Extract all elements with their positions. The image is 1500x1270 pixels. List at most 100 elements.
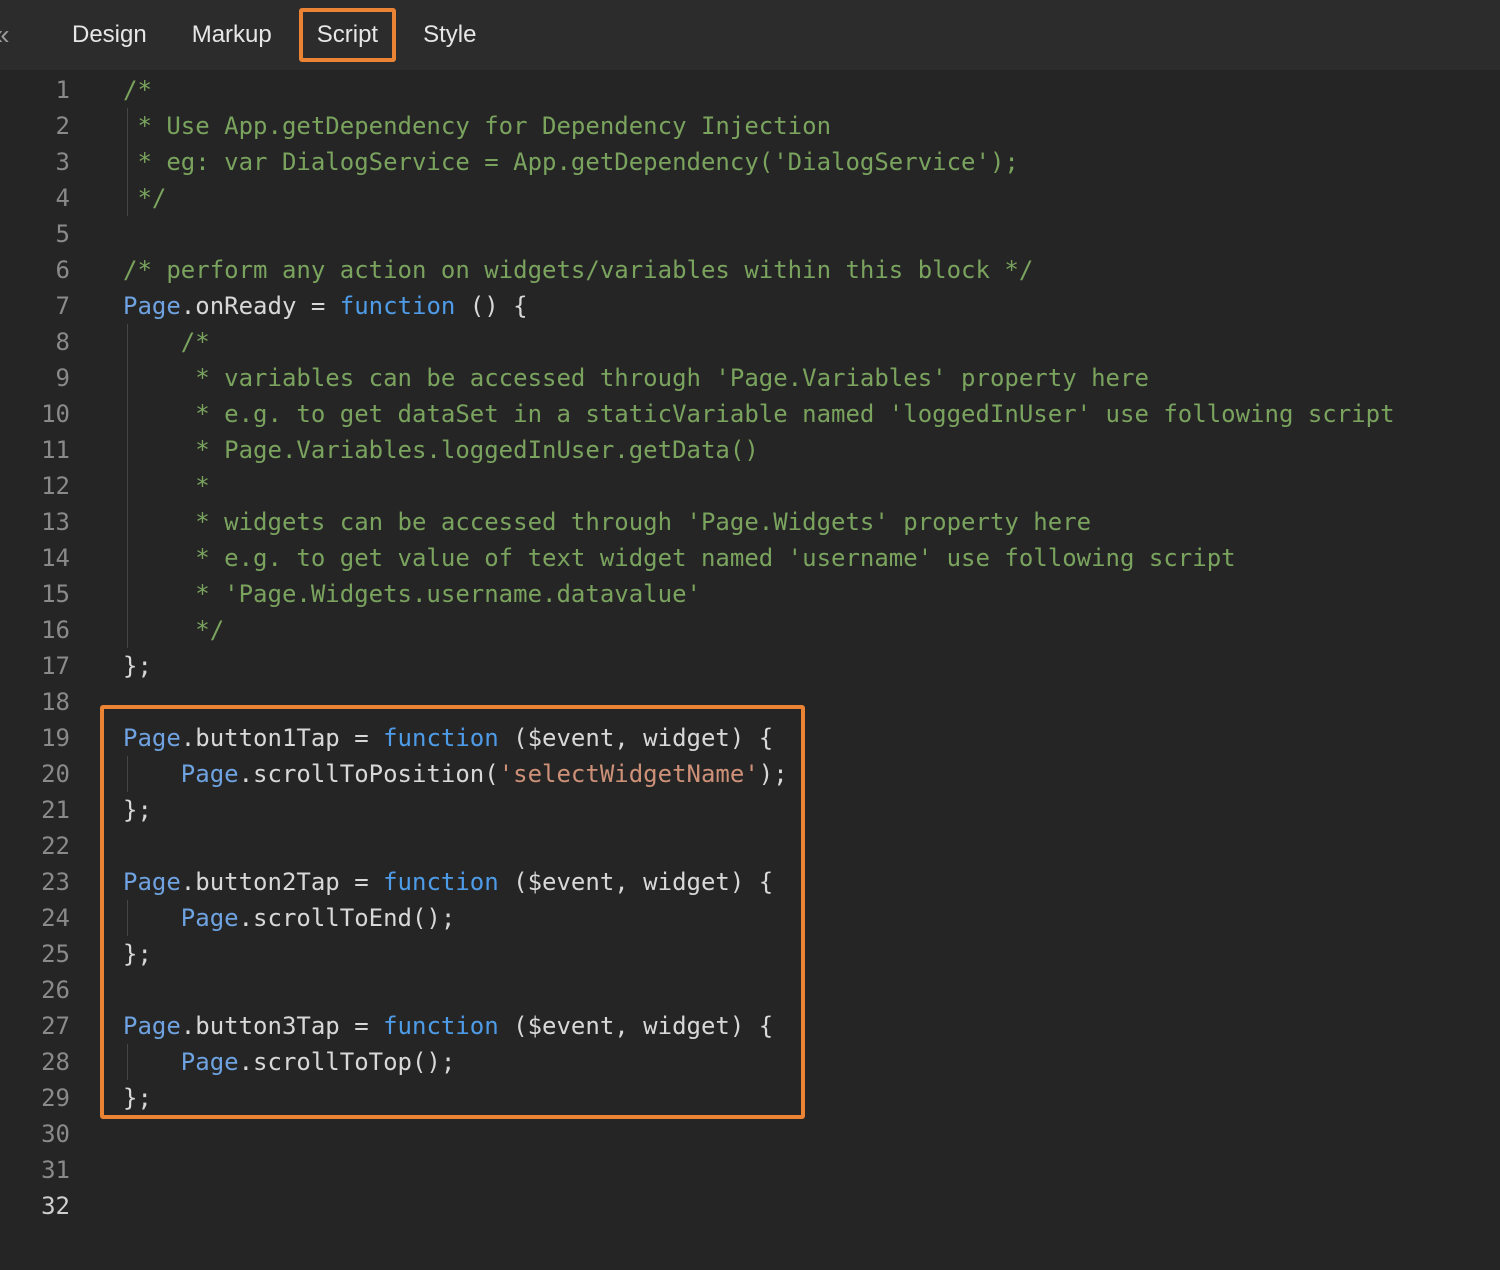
line-number: 6 bbox=[0, 252, 90, 288]
line-number: 32 bbox=[0, 1188, 90, 1224]
code-token: }; bbox=[123, 652, 152, 680]
code-line[interactable]: 12 * bbox=[0, 468, 1500, 504]
code-token bbox=[123, 1048, 181, 1076]
indent-guide bbox=[127, 360, 128, 396]
tab-script[interactable]: Script bbox=[299, 8, 396, 62]
code-line[interactable]: 32 bbox=[0, 1188, 1500, 1224]
code-line[interactable]: 31 bbox=[0, 1152, 1500, 1188]
code-line[interactable]: 16 */ bbox=[0, 612, 1500, 648]
code-text: * Use App.getDependency for Dependency I… bbox=[90, 108, 1500, 144]
line-number: 22 bbox=[0, 828, 90, 864]
line-number: 2 bbox=[0, 108, 90, 144]
code-token: Page bbox=[123, 1012, 181, 1040]
line-number: 27 bbox=[0, 1008, 90, 1044]
line-number: 9 bbox=[0, 360, 90, 396]
tab-design[interactable]: Design bbox=[72, 23, 147, 47]
code-text: }; bbox=[90, 648, 1500, 684]
code-line[interactable]: 21}; bbox=[0, 792, 1500, 828]
tab-list: Design Markup Script Style bbox=[0, 8, 476, 62]
code-text: }; bbox=[90, 792, 1500, 828]
code-text: */ bbox=[90, 612, 1500, 648]
line-number: 16 bbox=[0, 612, 90, 648]
indent-guide bbox=[127, 1044, 128, 1080]
code-line[interactable]: 14 * e.g. to get value of text widget na… bbox=[0, 540, 1500, 576]
code-text: Page.scrollToEnd(); bbox=[90, 900, 1500, 936]
code-line[interactable]: 2 * Use App.getDependency for Dependency… bbox=[0, 108, 1500, 144]
code-line[interactable]: 9 * variables can be accessed through 'P… bbox=[0, 360, 1500, 396]
code-text: }; bbox=[90, 1080, 1500, 1116]
line-number: 30 bbox=[0, 1116, 90, 1152]
code-line[interactable]: 13 * widgets can be accessed through 'Pa… bbox=[0, 504, 1500, 540]
tab-markup[interactable]: Markup bbox=[192, 23, 272, 47]
code-text bbox=[90, 972, 1500, 1008]
editor-tab-bar: « Design Markup Script Style bbox=[0, 0, 1500, 70]
code-text: * variables can be accessed through 'Pag… bbox=[90, 360, 1500, 396]
code-token: Page bbox=[123, 292, 181, 320]
code-text: Page.onReady = function () { bbox=[90, 288, 1500, 324]
code-token: * variables can be accessed through 'Pag… bbox=[123, 364, 1149, 392]
line-number: 19 bbox=[0, 720, 90, 756]
indent-guide bbox=[127, 432, 128, 468]
code-text: * e.g. to get value of text widget named… bbox=[90, 540, 1500, 576]
code-token: ); bbox=[759, 760, 788, 788]
tab-style[interactable]: Style bbox=[423, 23, 476, 47]
code-token bbox=[123, 760, 181, 788]
code-line[interactable]: 15 * 'Page.Widgets.username.datavalue' bbox=[0, 576, 1500, 612]
code-line[interactable]: 11 * Page.Variables.loggedInUser.getData… bbox=[0, 432, 1500, 468]
code-token: * e.g. to get value of text widget named… bbox=[123, 544, 1236, 572]
code-line[interactable]: 29}; bbox=[0, 1080, 1500, 1116]
code-token: .button3Tap = bbox=[181, 1012, 383, 1040]
code-text: * Page.Variables.loggedInUser.getData() bbox=[90, 432, 1500, 468]
code-line[interactable]: 22 bbox=[0, 828, 1500, 864]
line-number: 15 bbox=[0, 576, 90, 612]
code-line[interactable]: 25}; bbox=[0, 936, 1500, 972]
code-token: ($event, widget) { bbox=[499, 1012, 774, 1040]
code-line[interactable]: 28 Page.scrollToTop(); bbox=[0, 1044, 1500, 1080]
code-line[interactable]: 4 */ bbox=[0, 180, 1500, 216]
indent-guide bbox=[127, 144, 128, 180]
code-text: * eg: var DialogService = App.getDepende… bbox=[90, 144, 1500, 180]
code-token: .scrollToTop(); bbox=[239, 1048, 456, 1076]
code-text: Page.button1Tap = function ($event, widg… bbox=[90, 720, 1500, 756]
indent-guide bbox=[127, 324, 128, 360]
collapse-panel-icon[interactable]: « bbox=[0, 21, 10, 49]
code-text: /* bbox=[90, 324, 1500, 360]
code-line[interactable]: 17}; bbox=[0, 648, 1500, 684]
code-text bbox=[90, 1152, 1500, 1188]
code-text: * 'Page.Widgets.username.datavalue' bbox=[90, 576, 1500, 612]
line-number: 26 bbox=[0, 972, 90, 1008]
code-token: function bbox=[340, 292, 456, 320]
code-token: }; bbox=[123, 1084, 152, 1112]
code-line[interactable]: 26 bbox=[0, 972, 1500, 1008]
line-number: 31 bbox=[0, 1152, 90, 1188]
code-text: * widgets can be accessed through 'Page.… bbox=[90, 504, 1500, 540]
code-text: Page.scrollToPosition('selectWidgetName'… bbox=[90, 756, 1500, 792]
line-number: 13 bbox=[0, 504, 90, 540]
code-line[interactable]: 23Page.button2Tap = function ($event, wi… bbox=[0, 864, 1500, 900]
code-line[interactable]: 8 /* bbox=[0, 324, 1500, 360]
line-number: 3 bbox=[0, 144, 90, 180]
line-number: 12 bbox=[0, 468, 90, 504]
code-line[interactable]: 30 bbox=[0, 1116, 1500, 1152]
code-line[interactable]: 27 Page.button3Tap = function ($event, wi… bbox=[0, 1008, 1500, 1044]
code-token: .scrollToEnd(); bbox=[239, 904, 456, 932]
line-number: 1 bbox=[0, 72, 90, 108]
code-line[interactable]: 20 Page.scrollToPosition('selectWidgetNa… bbox=[0, 756, 1500, 792]
code-token: Page bbox=[123, 868, 181, 896]
code-line[interactable]: 19Page.button1Tap = function ($event, wi… bbox=[0, 720, 1500, 756]
code-line[interactable]: 18 bbox=[0, 684, 1500, 720]
code-token: * eg: var DialogService = App.getDepende… bbox=[123, 148, 1019, 176]
code-token: * Use App.getDependency for Dependency I… bbox=[123, 112, 831, 140]
code-line[interactable]: 3 * eg: var DialogService = App.getDepen… bbox=[0, 144, 1500, 180]
code-line[interactable]: 10 * e.g. to get dataSet in a staticVari… bbox=[0, 396, 1500, 432]
code-line[interactable]: 24 Page.scrollToEnd(); bbox=[0, 900, 1500, 936]
code-line[interactable]: 5 bbox=[0, 216, 1500, 252]
code-line[interactable]: 7Page.onReady = function () { bbox=[0, 288, 1500, 324]
script-code-editor[interactable]: 1/*2 * Use App.getDependency for Depende… bbox=[0, 70, 1500, 1270]
indent-guide bbox=[127, 468, 128, 504]
code-token: function bbox=[383, 1012, 499, 1040]
line-number: 14 bbox=[0, 540, 90, 576]
code-token: }; bbox=[123, 940, 152, 968]
code-line[interactable]: 1/* bbox=[0, 72, 1500, 108]
code-line[interactable]: 6/* perform any action on widgets/variab… bbox=[0, 252, 1500, 288]
